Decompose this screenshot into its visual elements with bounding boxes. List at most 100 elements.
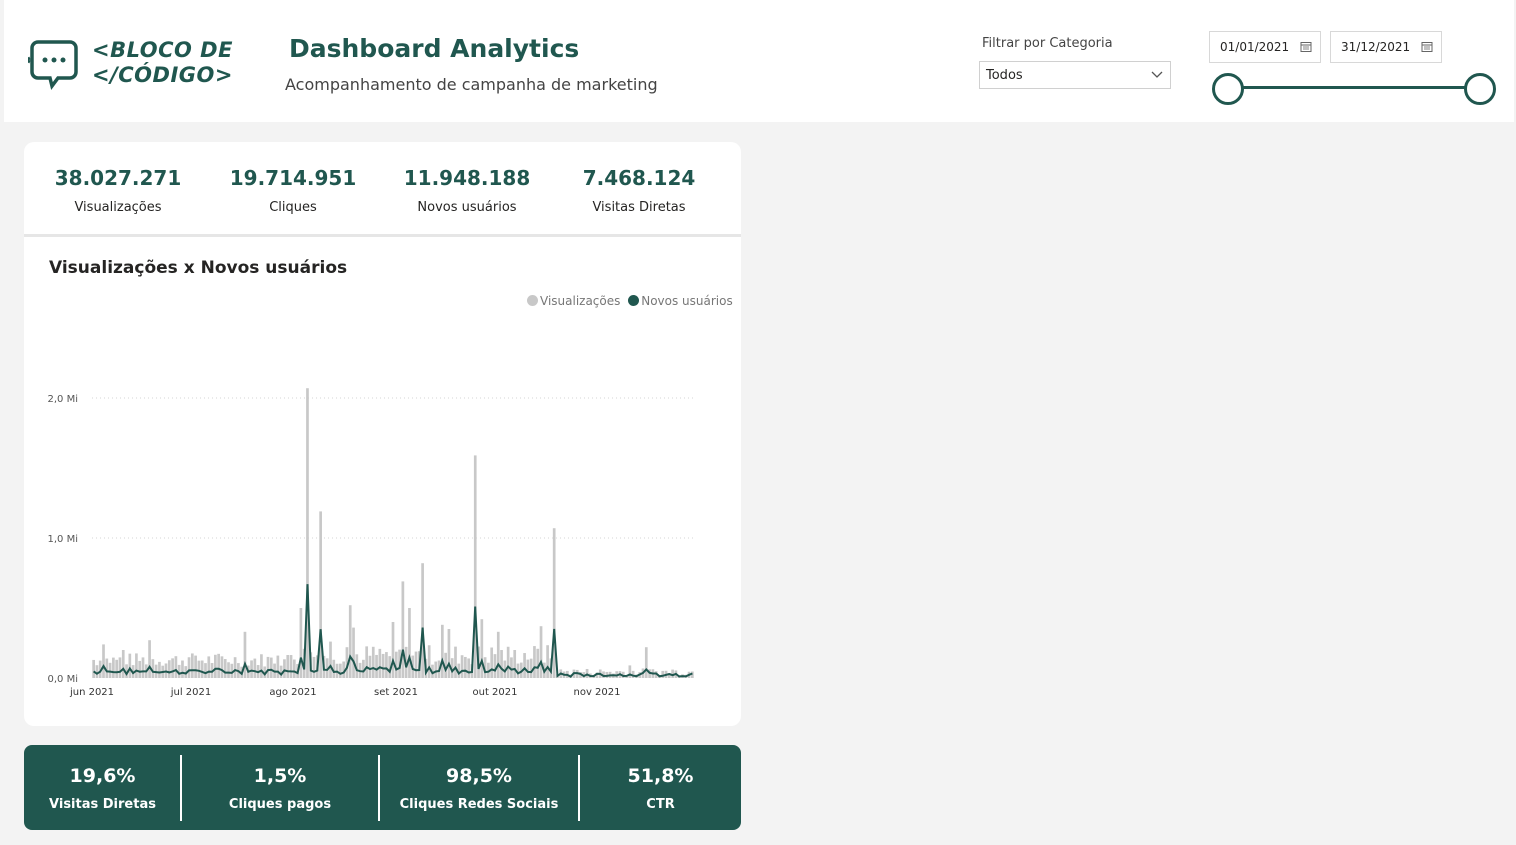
bar-visualizacoes — [490, 647, 494, 678]
bar-visualizacoes — [348, 605, 352, 678]
bar-visualizacoes — [233, 657, 237, 678]
bar-visualizacoes — [536, 648, 540, 678]
bar-visualizacoes — [108, 662, 112, 678]
bar-visualizacoes — [197, 660, 201, 678]
bar-visualizacoes — [128, 653, 132, 678]
x-tick-label: nov 2021 — [573, 687, 620, 698]
bar-visualizacoes — [467, 658, 471, 678]
pct-kpi-label: Visitas Diretas — [49, 797, 156, 812]
bar-visualizacoes — [533, 646, 536, 678]
pct-kpi-visitas-diretas: 19,6% Visitas Diretas — [24, 745, 181, 830]
percentage-kpi-bar: 19,6% Visitas Diretas 1,5% Cliques pagos… — [24, 745, 741, 830]
bar-visualizacoes — [312, 656, 316, 678]
pct-kpi-value: 1,5% — [253, 765, 307, 787]
bar-visualizacoes — [447, 629, 451, 678]
date-range-slider-end-handle[interactable] — [1464, 73, 1496, 105]
bar-visualizacoes — [260, 654, 263, 678]
date-range-slider-start-handle[interactable] — [1212, 73, 1244, 105]
pct-kpi-cliques-pagos: 1,5% Cliques pagos — [182, 745, 378, 830]
bar-visualizacoes — [286, 654, 290, 678]
bar-visualizacoes — [352, 627, 355, 678]
bar-visualizacoes — [181, 660, 184, 678]
bar-visualizacoes — [171, 658, 174, 678]
bar-visualizacoes — [118, 657, 122, 678]
bar-visualizacoes — [102, 644, 105, 678]
bar-visualizacoes — [644, 647, 648, 678]
bar-visualizacoes — [227, 662, 230, 678]
bar-visualizacoes — [283, 659, 286, 678]
date-range-slider-track[interactable] — [1228, 86, 1480, 89]
bar-visualizacoes — [220, 656, 224, 678]
x-tick-label: ago 2021 — [269, 687, 316, 698]
bar-visualizacoes — [408, 608, 411, 678]
bar-visualizacoes — [546, 645, 549, 678]
bar-visualizacoes — [329, 641, 332, 678]
bar-visualizacoes — [223, 659, 227, 678]
bar-visualizacoes — [253, 658, 257, 678]
bar-visualizacoes — [112, 657, 115, 678]
end-date-input[interactable]: 31/12/2021 — [1330, 31, 1442, 63]
bar-visualizacoes — [217, 653, 220, 678]
bar-visualizacoes — [427, 645, 431, 678]
bar-visualizacoes — [493, 654, 497, 678]
x-tick-label: jul 2021 — [170, 687, 212, 698]
pct-kpi-label: CTR — [646, 797, 675, 812]
bar-visualizacoes — [378, 648, 382, 678]
pct-kpi-label: Cliques pagos — [228, 797, 332, 812]
combo-chart[interactable]: 0,0 Mi 1,0 Mi 2,0 Mi jun 2021 jul 2021 ago 20… — [24, 142, 741, 726]
bar-visualizacoes — [371, 646, 375, 678]
category-filter-value: Todos — [986, 68, 1023, 83]
bar-visualizacoes — [464, 656, 467, 678]
bar-visualizacoes — [401, 581, 405, 678]
bar-visualizacoes — [174, 656, 178, 678]
bar-visualizacoes — [194, 655, 197, 678]
chevron-down-icon — [1151, 71, 1163, 78]
bar-visualizacoes — [250, 660, 253, 678]
x-tick-label: jun 2021 — [69, 687, 114, 698]
bar-visualizacoes — [381, 653, 385, 678]
bar-visualizacoes — [289, 655, 293, 678]
calendar-icon[interactable] — [1300, 41, 1312, 52]
bar-visualizacoes — [121, 650, 125, 678]
bar-visualizacoes — [138, 660, 142, 678]
bar-visualizacoes — [243, 631, 247, 678]
bar-visualizacoes — [266, 656, 270, 678]
calendar-icon[interactable] — [1421, 41, 1433, 52]
pct-kpi-value: 51,8% — [627, 765, 694, 787]
bar-visualizacoes — [375, 654, 378, 678]
y-tick-label: 2,0 Mi — [48, 394, 79, 405]
x-tick-label: out 2021 — [472, 687, 517, 698]
bar-visualizacoes — [339, 663, 342, 678]
page-title: Dashboard Analytics — [289, 34, 580, 63]
bar-visualizacoes — [269, 657, 273, 678]
chat-code-logo-icon — [28, 40, 78, 90]
bar-visualizacoes — [454, 646, 457, 678]
bar-visualizacoes — [523, 653, 526, 678]
bar-visualizacoes — [460, 655, 464, 678]
kpi-chart-card: 38.027.271 Visualizações 19.714.951 Cliq… — [24, 142, 741, 726]
bar-visualizacoes — [480, 619, 484, 678]
bar-visualizacoes — [440, 624, 444, 678]
bar-visualizacoes — [421, 563, 424, 678]
category-filter-dropdown[interactable]: Todos — [979, 61, 1171, 89]
bar-visualizacoes — [385, 652, 388, 678]
bar-visualizacoes — [391, 622, 395, 678]
bar-visualizacoes — [200, 660, 204, 678]
start-date-input[interactable]: 01/01/2021 — [1209, 31, 1321, 63]
logo-line-2: </CÓDIGO> — [92, 63, 233, 87]
bar-visualizacoes — [115, 659, 119, 678]
end-date-value: 31/12/2021 — [1341, 40, 1411, 54]
bar-visualizacoes — [628, 665, 632, 678]
bar-visualizacoes — [539, 626, 543, 678]
bar-visualizacoes — [158, 661, 161, 678]
bar-visualizacoes — [292, 659, 296, 678]
logo-line-1: <BLOCO DE — [92, 38, 233, 62]
bar-visualizacoes — [167, 660, 171, 678]
pct-kpi-value: 98,5% — [446, 765, 512, 787]
bar-visualizacoes — [529, 658, 533, 678]
y-tick-label: 0,0 Mi — [48, 674, 79, 685]
brand-logo-text: <BLOCO DE </CÓDIGO> — [92, 38, 233, 88]
bar-visualizacoes — [506, 646, 510, 678]
bar-visualizacoes — [95, 665, 99, 678]
bar-visualizacoes — [207, 656, 211, 678]
